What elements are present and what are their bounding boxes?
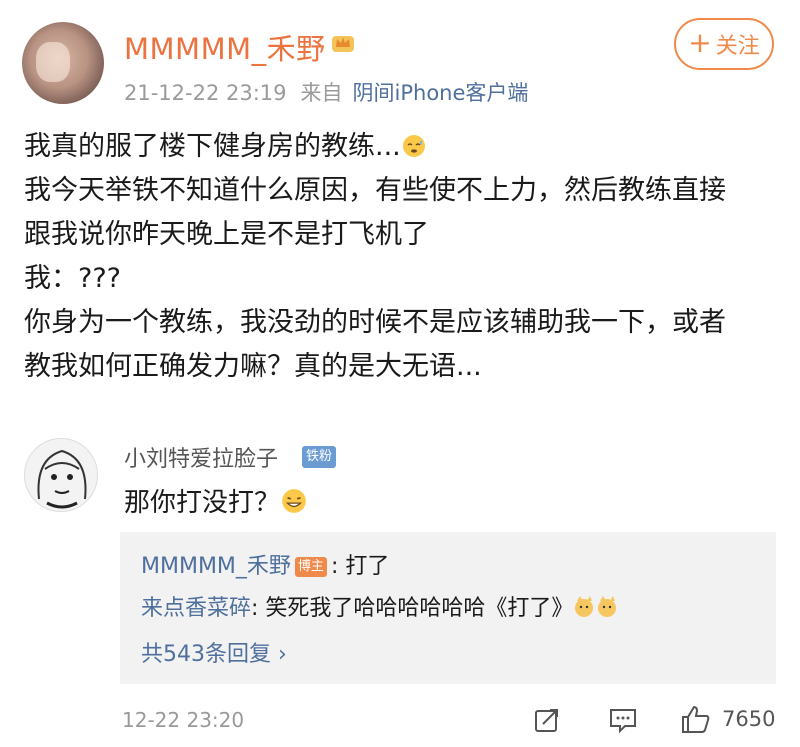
share-icon[interactable] [533,706,561,734]
sketch-face-icon [37,449,87,509]
comment-icon[interactable] [608,706,638,734]
more-replies-link[interactable]: 共543条回复 › [141,636,287,668]
like-count: 7650 [722,707,776,731]
reply-item[interactable]: 来点香菜碎: 笑死我了哈哈哈哈哈哈《打了》 [141,590,619,622]
sweat-emoji-icon [402,135,425,157]
post-line: 我：??? [24,263,121,294]
plus-icon: + [688,26,712,59]
post-body: 我真的服了楼下健身房的教练... 我今天举铁不知道什么原因，有些使不上力，然后教… [24,125,784,389]
like-thumb-icon[interactable] [680,704,712,734]
fan-badge: 铁粉 [302,446,337,468]
post-timestamp: 21-12-22 23:19 [124,81,287,105]
comment-text: 那你打没打？ [124,482,308,519]
source-prefix: 来自 [300,81,343,105]
post-line: 我真的服了楼下健身房的教练... [24,125,784,169]
author-avatar[interactable] [22,22,104,104]
post-line: 你身为一个教练，我没劲的时候不是应该辅助我一下，或者 [24,307,726,338]
reply-item[interactable]: MMMMM_禾野 博主: 打了 [141,548,389,580]
post-line: 教我如何正确发力嘛？真的是大无语... [24,351,482,382]
reply-author[interactable]: MMMMM_禾野 [141,554,291,579]
author-name[interactable]: MMMMM_禾野 [124,26,326,68]
blogger-badge: 博主 [294,557,327,577]
grin-emoji-icon [282,489,306,513]
reply-text: : 笑死我了哈哈哈哈哈哈《打了》 [251,596,574,621]
commenter-name[interactable]: 小刘特爱拉脸子 [124,441,278,473]
follow-label: 关注 [715,34,760,59]
post-line: 跟我说你昨天晚上是不是打飞机了 [24,219,429,250]
reply-text: : 打了 [330,554,390,579]
reply-author[interactable]: 来点香菜碎 [141,596,251,621]
cat-emoji-icon [575,596,617,617]
crown-icon [332,36,354,52]
post-meta: 21-12-22 23:19 来自 阴间iPhone客户端 [124,77,528,107]
commenter-avatar[interactable] [24,438,98,512]
chevron-right-icon: › [278,642,287,667]
post-line: 我今天举铁不知道什么原因，有些使不上力，然后教练直接 [24,175,726,206]
comment-timestamp: 12-22 23:20 [122,708,245,732]
follow-button[interactable]: + 关注 [674,18,774,70]
post-source-link[interactable]: 阴间iPhone客户端 [353,81,529,105]
